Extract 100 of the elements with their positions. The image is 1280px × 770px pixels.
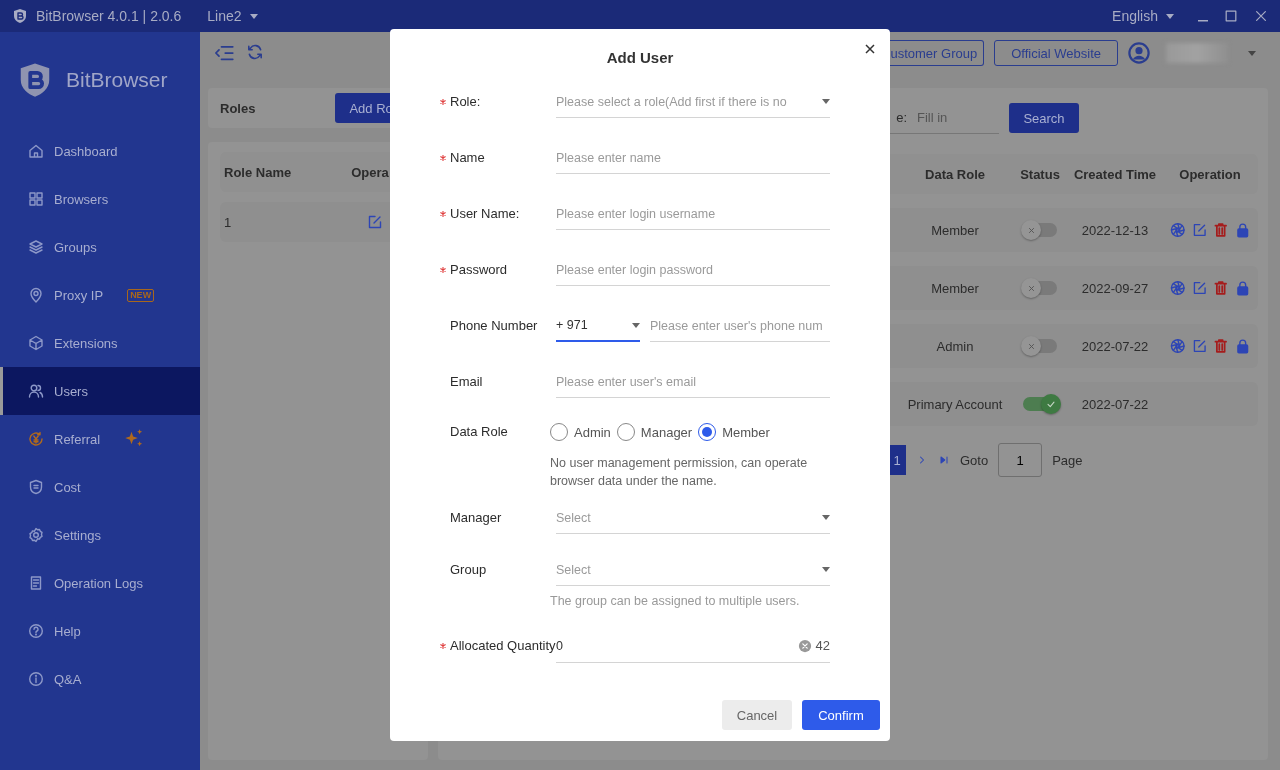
sidebar-item[interactable]: Dashboard bbox=[0, 127, 200, 175]
info-icon bbox=[28, 671, 44, 687]
caret-icon bbox=[249, 13, 258, 19]
table-cell-text: Member bbox=[930, 222, 980, 238]
home-icon bbox=[28, 143, 44, 159]
edit-icon bbox=[1191, 338, 1207, 354]
role-description: No user management permission, can operate browser data under the name. bbox=[549, 455, 809, 490]
app-title: BitBrowser 4.0.1 | 2.0.6 bbox=[36, 8, 182, 24]
phone-field[interactable]: Please enter user's phone num bbox=[650, 310, 830, 342]
lock-icon bbox=[1234, 338, 1250, 354]
confirm-button[interactable]: Confirm bbox=[802, 700, 880, 730]
sidebar-item[interactable]: Q&A bbox=[0, 655, 200, 703]
language-selector[interactable]: English bbox=[1112, 8, 1174, 24]
table-cell-text: 2022-09-27 bbox=[1080, 280, 1150, 296]
help-icon bbox=[28, 623, 44, 639]
quantity-field[interactable]: 0 bbox=[556, 629, 792, 662]
line-selector[interactable]: Line2 bbox=[207, 8, 258, 24]
aperture-icon bbox=[1170, 222, 1186, 238]
field-label: Password bbox=[450, 261, 508, 279]
input-field[interactable]: Please enter login password bbox=[556, 254, 830, 286]
caret-icon bbox=[1166, 13, 1174, 19]
radio-option[interactable]: Manager bbox=[616, 423, 693, 441]
field-label: Email bbox=[450, 373, 483, 391]
users-icon bbox=[28, 383, 44, 399]
dialog-title: Add User bbox=[606, 49, 674, 66]
sidebar-item[interactable]: Groups bbox=[0, 223, 200, 271]
edit-icon bbox=[1191, 280, 1207, 296]
sidebar-item[interactable]: Extensions bbox=[0, 319, 200, 367]
sidebar-item[interactable]: Referral bbox=[0, 415, 200, 463]
caret-icon bbox=[822, 567, 830, 572]
sidebar-item[interactable]: Cost bbox=[0, 463, 200, 511]
table-cell-text: Member bbox=[930, 280, 980, 296]
column-header: Data Role bbox=[924, 166, 986, 182]
shield-logo-icon bbox=[12, 8, 28, 24]
table-cell-text: 2022-07-22 bbox=[1080, 338, 1150, 354]
table-cell-text: 2022-12-13 bbox=[1080, 222, 1150, 238]
lock-icon bbox=[1234, 280, 1250, 296]
brand-name: BitBrowser bbox=[66, 67, 168, 92]
status-toggle[interactable] bbox=[1023, 223, 1057, 237]
column-header: Created Time bbox=[1072, 166, 1158, 182]
select-field[interactable]: Please select a role(Add first if there is no bbox=[556, 86, 830, 118]
trash-icon bbox=[1213, 280, 1229, 296]
input-field[interactable]: Please enter login username bbox=[556, 198, 830, 230]
document-icon bbox=[28, 575, 44, 591]
sidebar-item[interactable]: Proxy IP NEW bbox=[0, 271, 200, 319]
country-code-select[interactable]: + 971 bbox=[556, 310, 640, 342]
field-label: User Name: bbox=[450, 205, 520, 223]
sidebar-item[interactable]: Users bbox=[0, 367, 200, 415]
cancel-button[interactable]: Cancel bbox=[722, 700, 792, 730]
gear-icon bbox=[28, 527, 44, 543]
sidebar-item[interactable]: Browsers bbox=[0, 175, 200, 223]
caret-icon bbox=[822, 515, 830, 520]
pin-icon bbox=[28, 287, 44, 303]
sidebar-item[interactable]: Help bbox=[0, 607, 200, 655]
aperture-icon bbox=[1170, 338, 1186, 354]
layers-icon bbox=[28, 239, 44, 255]
input-field[interactable]: Please enter user's email bbox=[556, 366, 830, 398]
grid-icon bbox=[28, 191, 44, 207]
field-label: Allocated Quantity bbox=[450, 637, 556, 655]
table-cell: 1 bbox=[224, 214, 232, 230]
panel-title: Roles bbox=[220, 100, 256, 116]
page-input[interactable]: 1 bbox=[998, 443, 1043, 477]
radio-option[interactable]: Member bbox=[698, 423, 770, 441]
caret-icon bbox=[632, 322, 640, 328]
header-button[interactable]: Official Website bbox=[994, 40, 1118, 66]
cube-icon bbox=[28, 335, 44, 351]
status-toggle[interactable] bbox=[1023, 339, 1057, 353]
sidebar-item[interactable]: Operation Logs bbox=[0, 559, 200, 607]
edit-icon bbox=[1191, 222, 1207, 238]
field-label: e: bbox=[896, 110, 907, 125]
edit-icon bbox=[367, 214, 384, 230]
field-label: Name bbox=[450, 149, 485, 167]
search-button[interactable]: Search bbox=[1009, 103, 1079, 133]
trash-icon bbox=[1213, 338, 1229, 354]
minimize-icon bbox=[1198, 20, 1208, 22]
page-label: Page bbox=[1052, 452, 1083, 468]
search-field[interactable]: Fill in bbox=[915, 109, 999, 126]
trash-icon bbox=[1213, 222, 1229, 238]
field-label: Manager bbox=[450, 509, 502, 527]
table-cell-text: 2022-07-22 bbox=[1080, 396, 1150, 412]
field-label: Phone Number bbox=[450, 317, 538, 335]
shield-icon bbox=[28, 479, 44, 495]
status-toggle[interactable] bbox=[1023, 281, 1057, 295]
select-field[interactable]: Select bbox=[556, 502, 830, 534]
maximize-icon bbox=[1224, 9, 1238, 23]
sidebar-item[interactable]: Settings bbox=[0, 511, 200, 559]
max-quantity: 42 bbox=[815, 638, 830, 653]
avatar-icon bbox=[1128, 42, 1150, 64]
radio-option[interactable]: Admin bbox=[550, 423, 611, 441]
select-field[interactable]: Select bbox=[556, 554, 830, 586]
lock-icon bbox=[1234, 222, 1250, 238]
column-header: Status bbox=[1020, 166, 1060, 182]
refresh-icon bbox=[246, 43, 264, 61]
close-icon bbox=[1254, 9, 1268, 23]
collapse-menu-icon bbox=[214, 43, 234, 63]
caret-icon bbox=[822, 99, 830, 104]
aperture-icon bbox=[1170, 280, 1186, 296]
column-header: Opera bbox=[351, 164, 389, 180]
field-hint: The group can be assigned to multiple users. bbox=[549, 593, 801, 610]
input-field[interactable]: Please enter name bbox=[556, 142, 830, 174]
